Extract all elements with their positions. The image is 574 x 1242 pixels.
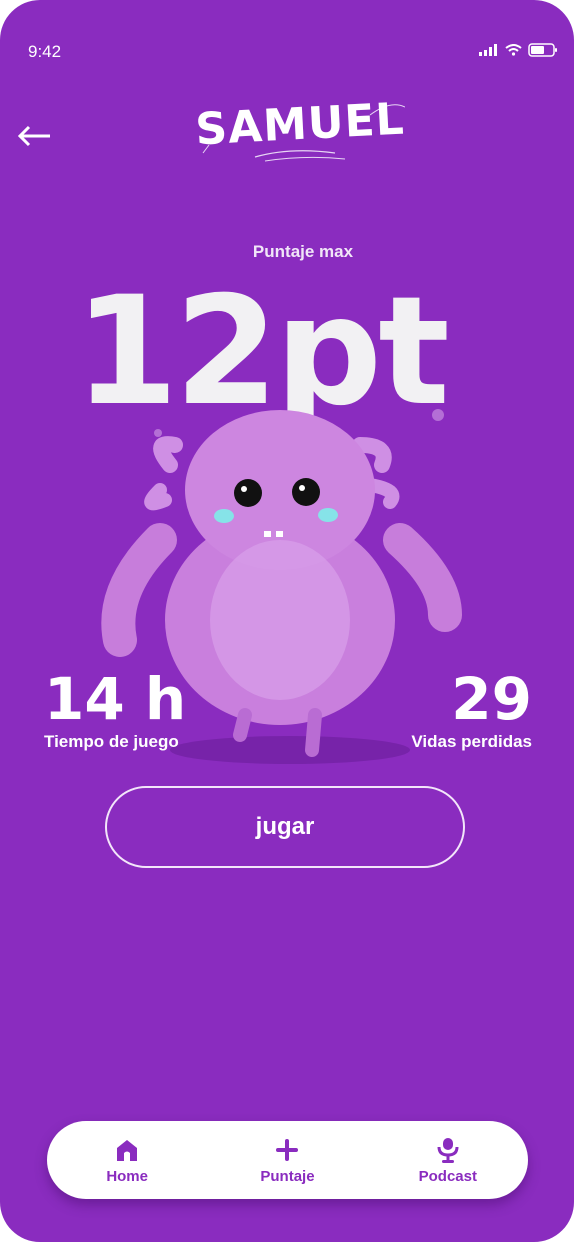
bottom-nav: Home Puntaje Podcast xyxy=(47,1121,528,1199)
play-button[interactable]: jugar xyxy=(105,786,465,868)
nav-label-puntaje: Puntaje xyxy=(260,1167,315,1185)
lives-lost-label: Vidas perdidas xyxy=(411,732,532,751)
nav-label-home: Home xyxy=(106,1167,148,1185)
nav-label-podcast: Podcast xyxy=(418,1167,477,1185)
podcast-icon xyxy=(437,1137,459,1163)
nav-item-podcast[interactable]: Podcast xyxy=(388,1136,508,1185)
play-time-value: 14 h xyxy=(44,665,187,733)
wifi-icon xyxy=(505,44,522,56)
status-icons xyxy=(479,43,558,57)
back-arrow-icon[interactable] xyxy=(16,118,56,154)
max-score-label: Puntaje max xyxy=(252,242,354,261)
lives-lost-stat: 29 Vidas perdidas xyxy=(411,666,532,752)
signal-icon xyxy=(479,44,497,56)
home-icon xyxy=(117,1139,138,1161)
plus-icon xyxy=(276,1138,299,1161)
app-screen: 9:42 SAMUEL Puntaje max 12pt 14 h Tiempo… xyxy=(0,0,574,1242)
battery-icon xyxy=(528,43,557,57)
status-time: 9:42 xyxy=(28,42,62,61)
play-time-label: Tiempo de juego xyxy=(44,732,179,751)
app-logo: SAMUEL xyxy=(194,94,406,175)
nav-item-puntaje[interactable]: Puntaje xyxy=(227,1136,347,1185)
play-time-stat: 14 h Tiempo de juego xyxy=(44,666,186,752)
lives-lost-value: 29 xyxy=(451,665,532,733)
nav-item-home[interactable]: Home xyxy=(67,1136,187,1185)
